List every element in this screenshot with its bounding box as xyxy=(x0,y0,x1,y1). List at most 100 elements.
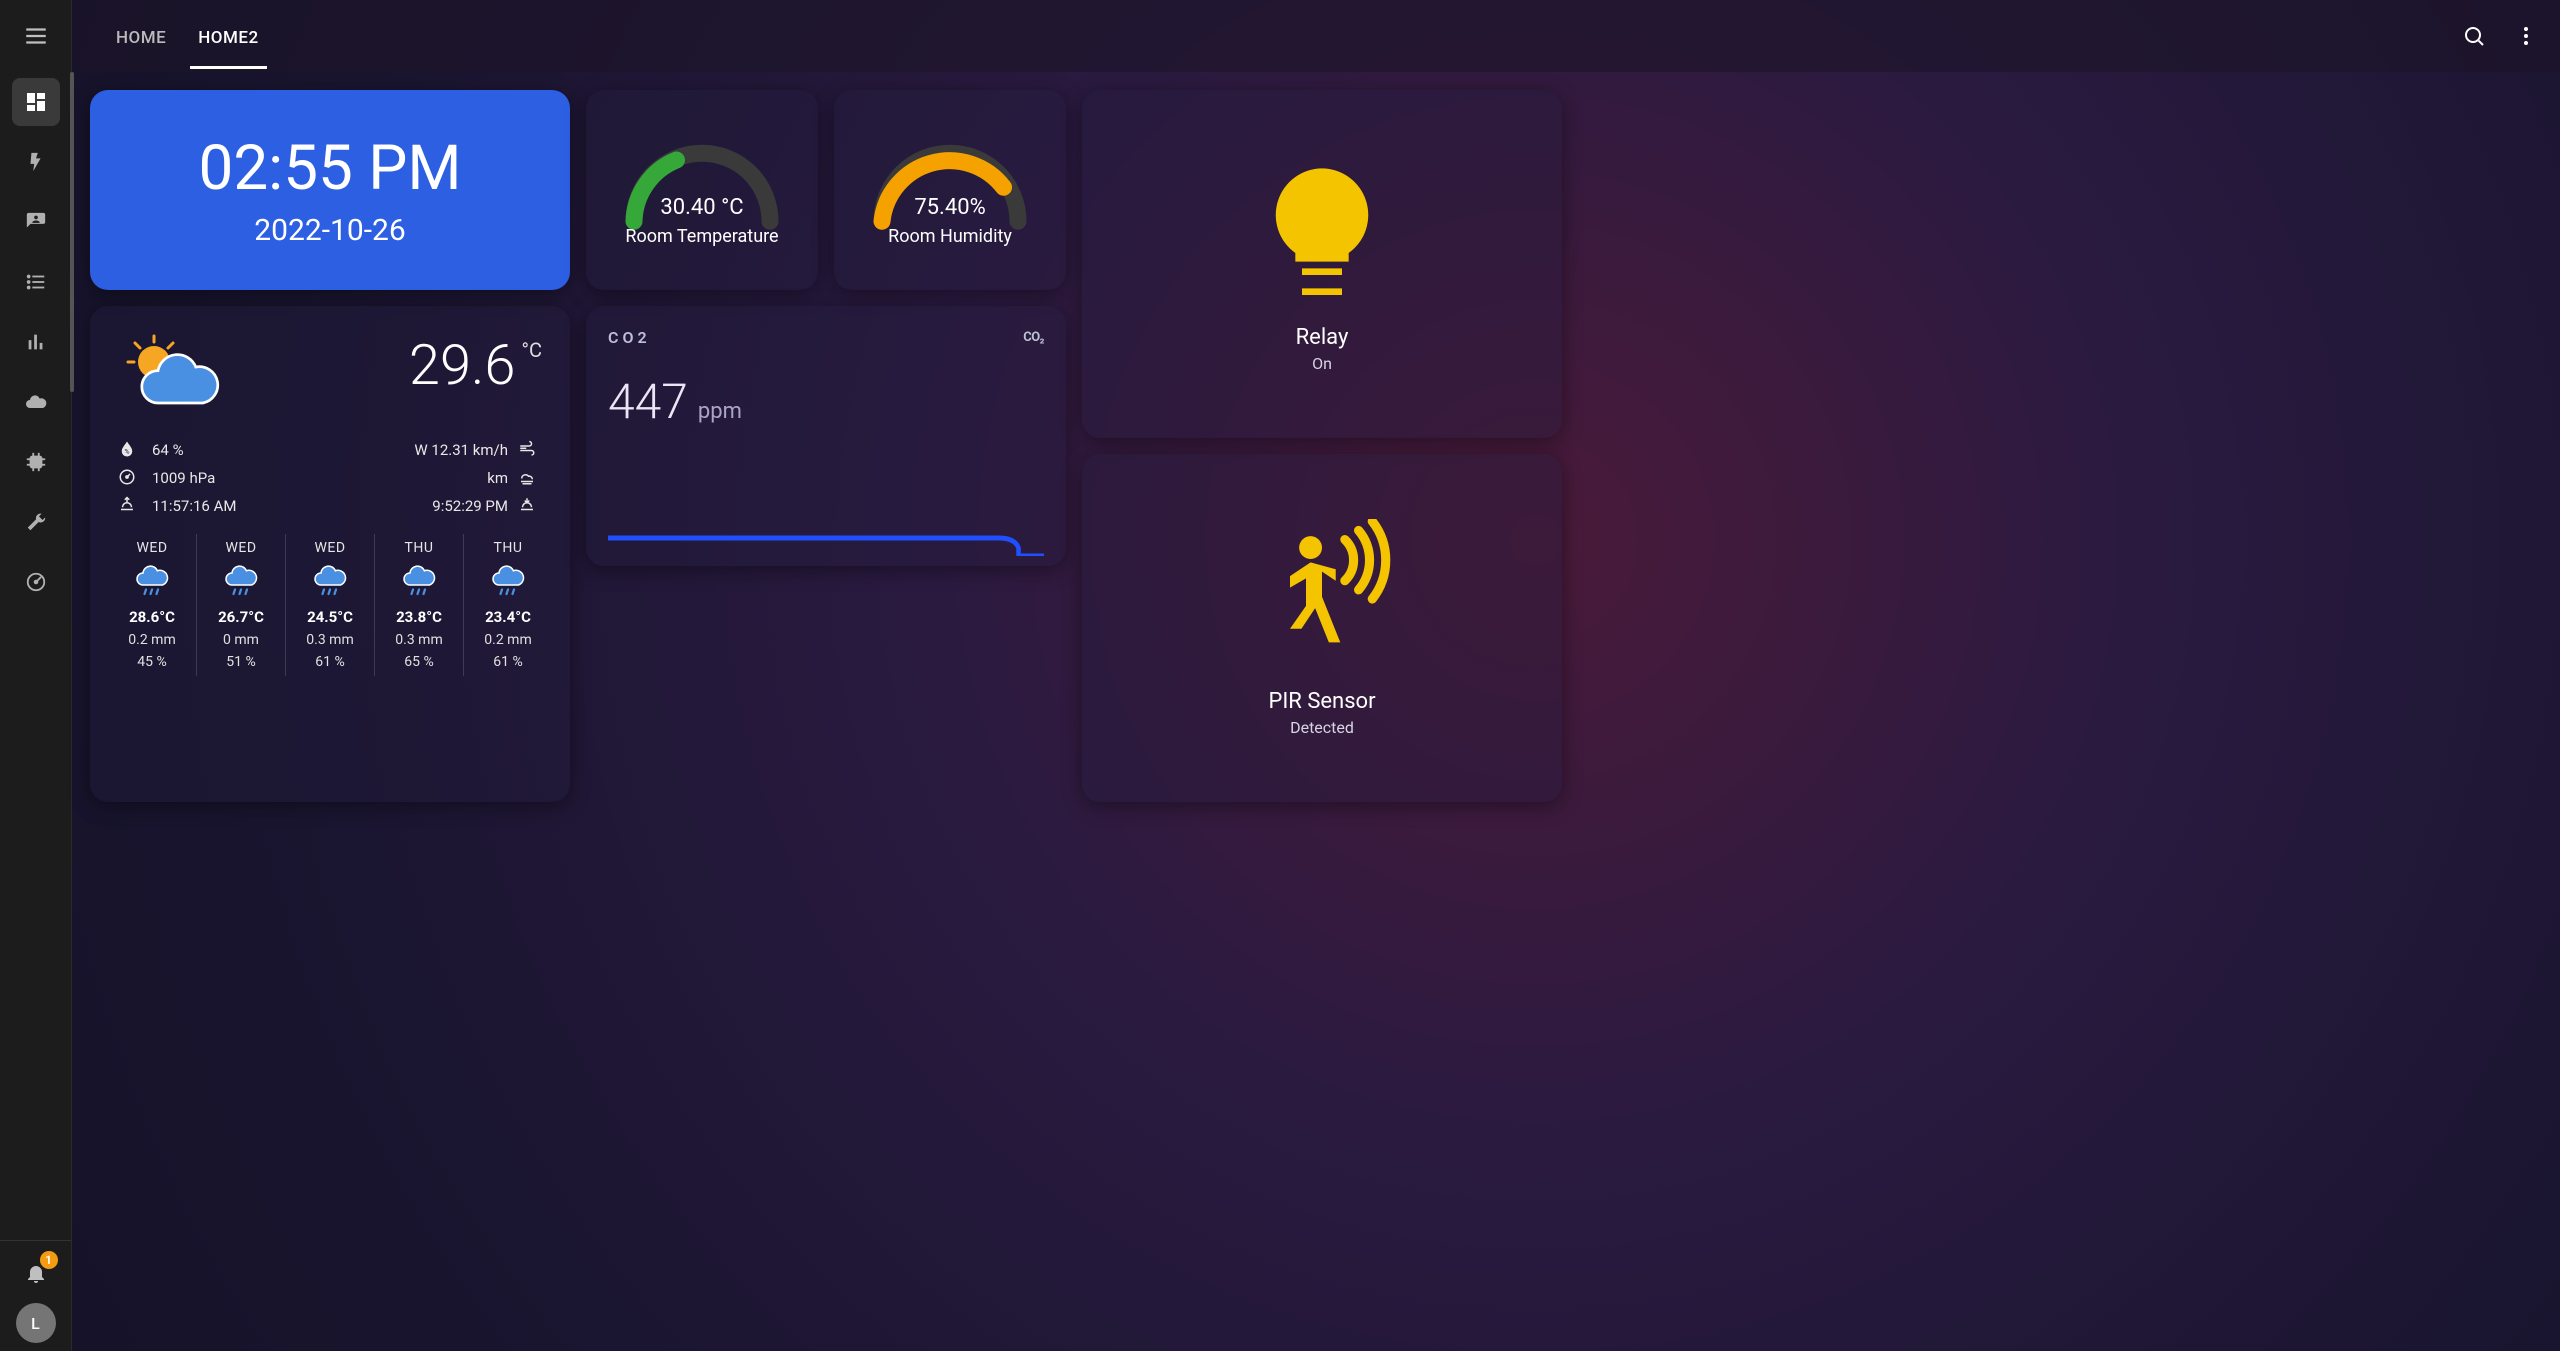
forecast-temp: 24.5°C xyxy=(288,608,372,626)
sidebar-item-energy[interactable] xyxy=(12,138,60,186)
clock-date: 2022-10-26 xyxy=(254,213,405,248)
weather-pressure: 1009 hPa xyxy=(152,469,325,487)
forecast-temp: 23.8°C xyxy=(377,608,461,626)
rain-icon xyxy=(288,564,372,600)
forecast-humidity: 61 % xyxy=(288,654,372,670)
forecast-precip: 0 mm xyxy=(199,632,283,648)
forecast-precip: 0.2 mm xyxy=(466,632,550,648)
sidebar-item-stats[interactable] xyxy=(12,318,60,366)
room-humidity-label: Room Humidity xyxy=(888,226,1012,247)
forecast-precip: 0.3 mm xyxy=(377,632,461,648)
search-button[interactable] xyxy=(2460,22,2488,50)
forecast-day: WED 26.7°C 0 mm 51 % xyxy=(196,534,285,676)
sidebar-item-tools[interactable] xyxy=(12,498,60,546)
co2-icon: CO₂ xyxy=(1023,330,1044,345)
weather-humidity: 64 % xyxy=(152,441,325,459)
rain-icon xyxy=(110,564,194,600)
clock-time: 02:55 PM xyxy=(198,132,461,205)
rain-icon xyxy=(199,564,283,600)
tab-home[interactable]: HOME xyxy=(108,4,174,69)
sidebar-item-person[interactable] xyxy=(12,198,60,246)
pir-title: PIR Sensor xyxy=(1268,689,1375,714)
room-temperature-label: Room Temperature xyxy=(625,226,778,247)
forecast-temp: 23.4°C xyxy=(466,608,550,626)
overflow-menu-button[interactable] xyxy=(2512,22,2540,50)
forecast-precip: 0.2 mm xyxy=(110,632,194,648)
forecast-humidity: 61 % xyxy=(466,654,550,670)
chip-icon xyxy=(25,451,47,473)
more-vertical-icon xyxy=(2514,24,2538,48)
search-icon xyxy=(2462,24,2486,48)
forecast-precip: 0.3 mm xyxy=(288,632,372,648)
sidebar-item-chip[interactable] xyxy=(12,438,60,486)
forecast-day-name: WED xyxy=(288,540,372,556)
list-icon xyxy=(25,271,47,293)
weather-temp-unit: °C xyxy=(522,338,543,362)
header: HOME HOME2 xyxy=(72,0,2560,72)
person-card-icon xyxy=(25,211,47,233)
rain-icon xyxy=(466,564,550,600)
relay-card[interactable]: Relay On xyxy=(1082,90,1562,438)
forecast-row: WED 28.6°C 0.2 mm 45 % WED 26.7°C 0 mm 5… xyxy=(108,534,552,676)
gauge-icon xyxy=(25,571,47,593)
sidebar-item-list[interactable] xyxy=(12,258,60,306)
weather-condition-icon xyxy=(118,332,238,422)
humidity-icon: % xyxy=(118,440,138,460)
forecast-humidity: 51 % xyxy=(199,654,283,670)
rain-icon xyxy=(377,564,461,600)
weather-visibility: km xyxy=(335,469,508,487)
sunset-icon xyxy=(518,496,538,516)
forecast-day-name: THU xyxy=(466,540,550,556)
sidebar-item-dashboard[interactable] xyxy=(12,78,60,126)
dashboard-icon xyxy=(24,90,48,114)
forecast-day-name: WED xyxy=(110,540,194,556)
weather-temp-value: 29.6 xyxy=(409,332,516,398)
svg-text:%: % xyxy=(125,448,130,456)
room-humidity-card[interactable]: 75.40% Room Humidity xyxy=(834,90,1066,290)
clock-card[interactable]: 02:55 PM 2022-10-26 xyxy=(90,90,570,290)
wind-icon xyxy=(518,440,538,460)
notification-badge: 1 xyxy=(40,1251,58,1269)
weather-card[interactable]: 29.6 °C % 64 % W 12.31 km/h 1009 hPa km xyxy=(90,306,570,802)
notifications-button[interactable]: 1 xyxy=(12,1249,60,1297)
co2-card[interactable]: CO2 CO₂ 447 ppm xyxy=(586,306,1066,566)
co2-value: 447 xyxy=(608,373,688,430)
tabs: HOME HOME2 xyxy=(108,4,267,69)
pir-state: Detected xyxy=(1290,718,1354,737)
room-temperature-card[interactable]: 30.40 °C Room Temperature xyxy=(586,90,818,290)
wrench-icon xyxy=(25,511,47,533)
avatar[interactable]: L xyxy=(16,1303,56,1343)
sidebar: 1 L xyxy=(0,0,72,1351)
sunrise-icon xyxy=(118,496,138,516)
pressure-icon xyxy=(118,468,138,488)
weather-sunset: 9:52:29 PM xyxy=(335,497,508,515)
forecast-day-name: WED xyxy=(199,540,283,556)
sidebar-item-cloud[interactable] xyxy=(12,378,60,426)
co2-title: CO2 xyxy=(608,328,651,347)
hamburger-icon xyxy=(23,23,49,49)
relay-state: On xyxy=(1312,354,1332,373)
flash-icon xyxy=(25,151,47,173)
forecast-day: WED 28.6°C 0.2 mm 45 % xyxy=(108,534,196,676)
co2-graph xyxy=(608,476,1044,556)
room-humidity-value: 75.40% xyxy=(914,195,985,220)
tab-home2[interactable]: HOME2 xyxy=(190,4,266,69)
weather-sunrise: 11:57:16 AM xyxy=(152,497,325,515)
forecast-day: THU 23.8°C 0.3 mm 65 % xyxy=(374,534,463,676)
cloud-icon xyxy=(24,390,48,414)
forecast-day-name: THU xyxy=(377,540,461,556)
menu-button[interactable] xyxy=(0,0,71,72)
forecast-humidity: 45 % xyxy=(110,654,194,670)
forecast-temp: 26.7°C xyxy=(199,608,283,626)
motion-sensor-icon xyxy=(1242,519,1402,679)
bar-chart-icon xyxy=(25,331,47,353)
forecast-humidity: 65 % xyxy=(377,654,461,670)
relay-title: Relay xyxy=(1296,325,1349,350)
pir-card[interactable]: PIR Sensor Detected xyxy=(1082,454,1562,802)
co2-unit: ppm xyxy=(698,399,742,424)
forecast-day: THU 23.4°C 0.2 mm 61 % xyxy=(463,534,552,676)
room-temperature-value: 30.40 °C xyxy=(660,195,743,220)
forecast-temp: 28.6°C xyxy=(110,608,194,626)
sidebar-item-speed[interactable] xyxy=(12,558,60,606)
weather-wind: W 12.31 km/h xyxy=(335,441,508,459)
